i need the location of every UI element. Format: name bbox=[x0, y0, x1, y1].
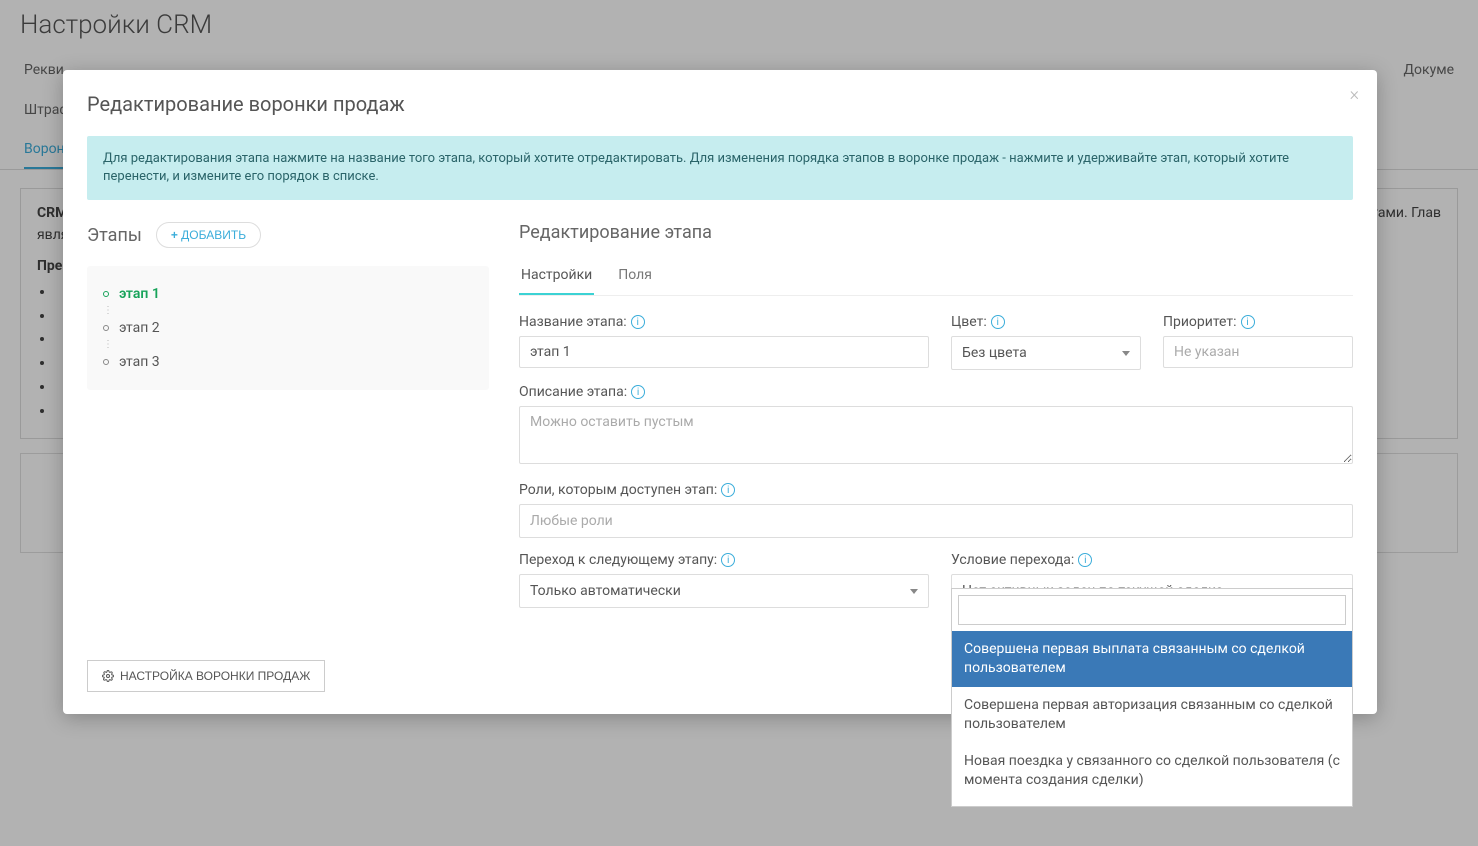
tab-settings[interactable]: Настройки bbox=[519, 257, 594, 295]
info-icon[interactable]: i bbox=[721, 483, 735, 497]
info-alert: Для редактирования этапа нажмите на назв… bbox=[87, 136, 1353, 200]
next-step-select[interactable]: Только автоматически bbox=[519, 574, 929, 608]
funnel-config-button[interactable]: НАСТРОЙКА ВОРОНКИ ПРОДАЖ bbox=[87, 660, 325, 692]
tab-fields[interactable]: Поля bbox=[616, 257, 654, 295]
chevron-down-icon bbox=[1122, 351, 1130, 356]
label-color: Цвет: i bbox=[951, 314, 1141, 330]
stage-label: этап 2 bbox=[119, 320, 160, 336]
roles-input[interactable]: Любые роли bbox=[519, 504, 1353, 538]
condition-option[interactable]: Положительный баланс связанного со сделк… bbox=[952, 799, 1352, 807]
info-icon[interactable]: i bbox=[991, 315, 1005, 329]
stages-list: этап 1 ⋮ этап 2 ⋮ этап 3 bbox=[87, 266, 489, 390]
chevron-down-icon bbox=[910, 589, 918, 594]
info-icon[interactable]: i bbox=[1078, 553, 1092, 567]
description-textarea[interactable] bbox=[519, 406, 1353, 464]
condition-search-input[interactable] bbox=[958, 595, 1346, 625]
stages-pane: Этапы ДОБАВИТЬ этап 1 ⋮ этап 2 ⋮ этап 3 bbox=[87, 222, 489, 622]
condition-option[interactable]: Новая поездка у связанного со сделкой по… bbox=[952, 743, 1352, 799]
condition-option[interactable]: Совершена первая выплата связанным со сд… bbox=[952, 631, 1352, 687]
info-icon[interactable]: i bbox=[631, 385, 645, 399]
stage-label: этап 3 bbox=[119, 354, 160, 370]
modal-title: Редактирование воронки продаж bbox=[87, 92, 1353, 116]
label-roles: Роли, которым доступен этап: i bbox=[519, 482, 1353, 498]
stage-name-input[interactable] bbox=[519, 336, 929, 368]
color-select[interactable]: Без цвета bbox=[951, 336, 1141, 370]
condition-options[interactable]: Совершена первая выплата связанным со сд… bbox=[952, 631, 1352, 806]
bullet-icon bbox=[103, 291, 109, 297]
close-icon[interactable]: × bbox=[1350, 84, 1359, 105]
label-next-step: Переход к следующему этапу: i bbox=[519, 552, 929, 568]
label-priority: Приоритет: i bbox=[1163, 314, 1353, 330]
condition-option[interactable]: Совершена первая авторизация связанным с… bbox=[952, 687, 1352, 743]
stages-title: Этапы bbox=[87, 225, 142, 246]
stage-label: этап 1 bbox=[119, 286, 160, 302]
info-icon[interactable]: i bbox=[721, 553, 735, 567]
label-description: Описание этапа: i bbox=[519, 384, 1353, 400]
gear-icon bbox=[102, 670, 114, 682]
stage-item-1[interactable]: этап 1 bbox=[101, 280, 475, 308]
info-icon[interactable]: i bbox=[631, 315, 645, 329]
stage-edit-pane: Редактирование этапа Настройки Поля Назв… bbox=[519, 222, 1353, 622]
edit-stage-title: Редактирование этапа bbox=[519, 222, 1353, 243]
label-stage-name: Название этапа: i bbox=[519, 314, 929, 330]
bullet-icon bbox=[103, 325, 109, 331]
stage-item-3[interactable]: этап 3 bbox=[101, 348, 475, 376]
condition-dropdown: Совершена первая выплата связанным со сд… bbox=[951, 588, 1353, 807]
edit-funnel-modal: × Редактирование воронки продаж Для реда… bbox=[63, 70, 1377, 714]
stage-item-2[interactable]: этап 2 bbox=[101, 314, 475, 342]
label-condition: Условие перехода: i bbox=[951, 552, 1353, 568]
info-icon[interactable]: i bbox=[1241, 315, 1255, 329]
add-stage-button[interactable]: ДОБАВИТЬ bbox=[156, 222, 261, 248]
priority-input[interactable] bbox=[1163, 336, 1353, 368]
bullet-icon bbox=[103, 359, 109, 365]
